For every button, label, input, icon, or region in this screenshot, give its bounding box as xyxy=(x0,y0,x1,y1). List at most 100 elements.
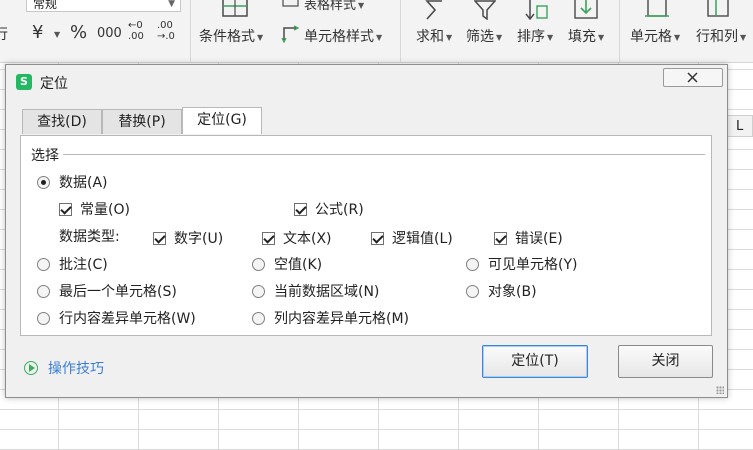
radio-last-cell-label: 最后一个单元格(S) xyxy=(59,284,177,300)
radio-selected-icon xyxy=(37,175,50,189)
tab-goto[interactable]: 定位(G) xyxy=(182,107,262,134)
number-format-value: 常规 xyxy=(33,0,58,11)
resize-grip-icon[interactable] xyxy=(716,386,724,394)
checkbox-formulas[interactable]: 公式(R) xyxy=(294,199,364,219)
cell-button[interactable]: 单元格 ▼ xyxy=(630,26,680,46)
close-icon xyxy=(687,72,698,83)
goto-dialog: S 定位 查找(D) 替换(P) 定位(G) 选择 数据(A) 常量(O) 公式… xyxy=(5,64,728,398)
fill-icon xyxy=(574,0,598,19)
table-style-icon xyxy=(282,0,299,7)
checkbox-constants[interactable]: 常量(O) xyxy=(59,199,130,219)
chevron-down-icon: ▼ xyxy=(674,32,681,42)
chevron-down-icon: ▼ xyxy=(496,32,503,42)
tab-replace[interactable]: 替换(P) xyxy=(102,109,182,134)
sort-button[interactable]: 排序 ▼ xyxy=(517,26,553,46)
radio-icon xyxy=(252,311,265,325)
currency-button[interactable]: ¥ xyxy=(32,22,43,43)
checkbox-checked-icon xyxy=(371,231,384,245)
chevron-down-icon: ▼ xyxy=(54,30,61,39)
radio-row-differences-label: 行内容差异单元格(W) xyxy=(59,311,196,327)
decrease-decimal-button[interactable]: .00 →.0 xyxy=(157,20,179,42)
column-header[interactable]: L xyxy=(727,115,753,137)
radio-icon xyxy=(466,284,479,298)
radio-blanks[interactable]: 空值(K) xyxy=(252,254,322,274)
tab-find[interactable]: 查找(D) xyxy=(22,109,102,134)
checkbox-formulas-label: 公式(R) xyxy=(315,202,364,218)
radio-blanks-label: 空值(K) xyxy=(274,257,323,273)
play-icon xyxy=(24,361,38,375)
radio-icon xyxy=(252,257,265,271)
checkbox-checked-icon xyxy=(153,231,166,245)
checkbox-text-label: 文本(X) xyxy=(283,231,332,247)
rows-columns-icon xyxy=(707,0,729,17)
ribbon-separator xyxy=(190,0,191,62)
radio-icon xyxy=(37,284,50,298)
radio-data[interactable]: 数据(A) xyxy=(37,172,108,192)
ribbon-separator xyxy=(400,0,401,62)
filter-icon xyxy=(474,0,496,20)
group-label: 选择 xyxy=(31,148,59,164)
checkbox-constants-label: 常量(O) xyxy=(80,202,130,218)
radio-objects[interactable]: 对象(B) xyxy=(466,281,537,301)
rows-columns-button[interactable]: 行和列 ▼ xyxy=(696,26,746,46)
dialog-title: 定位 xyxy=(40,76,68,92)
checkbox-checked-icon xyxy=(294,202,307,216)
tips-link[interactable]: 操作技巧 xyxy=(24,358,104,378)
radio-icon xyxy=(37,311,50,325)
chevron-down-icon: ▼ xyxy=(598,32,605,42)
thousands-button[interactable]: 000 xyxy=(97,26,122,41)
goto-panel: 选择 数据(A) 常量(O) 公式(R) 数据类型: 数字(U) 文本(X) 逻 xyxy=(20,135,712,336)
chevron-down-icon: ▼ xyxy=(547,32,554,42)
radio-row-differences[interactable]: 行内容差异单元格(W) xyxy=(37,308,196,328)
checkbox-checked-icon xyxy=(494,231,507,245)
chevron-down-icon: ▼ xyxy=(168,0,175,9)
conditional-format-button[interactable]: 条件格式 ▼ xyxy=(199,26,263,46)
group-divider xyxy=(63,154,705,155)
sort-icon xyxy=(525,0,548,20)
table-style-button[interactable]: 表格样式 ▼ xyxy=(304,0,364,13)
radio-icon xyxy=(37,257,50,271)
fill-button[interactable]: 填充 ▼ xyxy=(568,26,604,46)
dialog-titlebar[interactable]: S 定位 xyxy=(6,65,727,99)
checkbox-numbers-label: 数字(U) xyxy=(174,231,224,247)
chevron-down-icon: ▼ xyxy=(257,32,264,42)
radio-column-differences-label: 列内容差异单元格(M) xyxy=(274,311,410,327)
sum-button[interactable]: 求和 ▼ xyxy=(416,26,452,46)
radio-comments[interactable]: 批注(C) xyxy=(37,254,108,274)
radio-last-cell[interactable]: 最后一个单元格(S) xyxy=(37,281,177,301)
cell-icon xyxy=(645,0,669,17)
increase-decimal-button[interactable]: ←0 .00 xyxy=(128,20,150,42)
radio-column-differences[interactable]: 列内容差异单元格(M) xyxy=(252,308,409,328)
checkbox-logicals[interactable]: 逻辑值(L) xyxy=(371,228,453,248)
checkbox-logicals-label: 逻辑值(L) xyxy=(392,231,453,247)
data-type-label: 数据类型: xyxy=(59,229,120,245)
radio-visible-cells[interactable]: 可见单元格(Y) xyxy=(466,254,577,274)
checkbox-checked-icon xyxy=(262,231,275,245)
checkbox-errors[interactable]: 错误(E) xyxy=(494,228,563,248)
close-dialog-button[interactable]: 关闭 xyxy=(618,345,713,378)
radio-current-region-label: 当前数据区域(N) xyxy=(274,284,380,300)
percent-button[interactable]: % xyxy=(70,22,87,43)
radio-icon xyxy=(252,284,265,298)
ribbon-partial-label: 行 xyxy=(0,27,8,43)
ribbon-toolbar: 行 常规 ▼ ¥ ▼ % 000 ←0 .00 .00 →.0 条件格式 ▼ 表格… xyxy=(0,0,753,63)
cell-style-icon xyxy=(281,25,300,43)
app-logo-icon: S xyxy=(16,74,32,90)
cell-style-button[interactable]: 单元格样式 ▼ xyxy=(304,26,382,46)
radio-current-region[interactable]: 当前数据区域(N) xyxy=(252,281,379,301)
conditional-format-icon xyxy=(222,0,248,17)
checkbox-checked-icon xyxy=(59,202,72,216)
filter-button[interactable]: 筛选 ▼ xyxy=(466,26,502,46)
checkbox-errors-label: 错误(E) xyxy=(515,231,563,247)
checkbox-text[interactable]: 文本(X) xyxy=(262,228,332,248)
chevron-down-icon: ▼ xyxy=(446,32,453,42)
radio-visible-cells-label: 可见单元格(Y) xyxy=(488,257,578,273)
tips-link-label: 操作技巧 xyxy=(48,361,104,377)
close-button[interactable] xyxy=(663,68,723,87)
goto-button[interactable]: 定位(T) xyxy=(482,345,588,378)
radio-icon xyxy=(466,257,479,271)
radio-data-label: 数据(A) xyxy=(59,175,108,191)
number-format-select[interactable]: 常规 ▼ xyxy=(26,0,181,12)
checkbox-numbers[interactable]: 数字(U) xyxy=(153,228,223,248)
radio-objects-label: 对象(B) xyxy=(488,284,537,300)
